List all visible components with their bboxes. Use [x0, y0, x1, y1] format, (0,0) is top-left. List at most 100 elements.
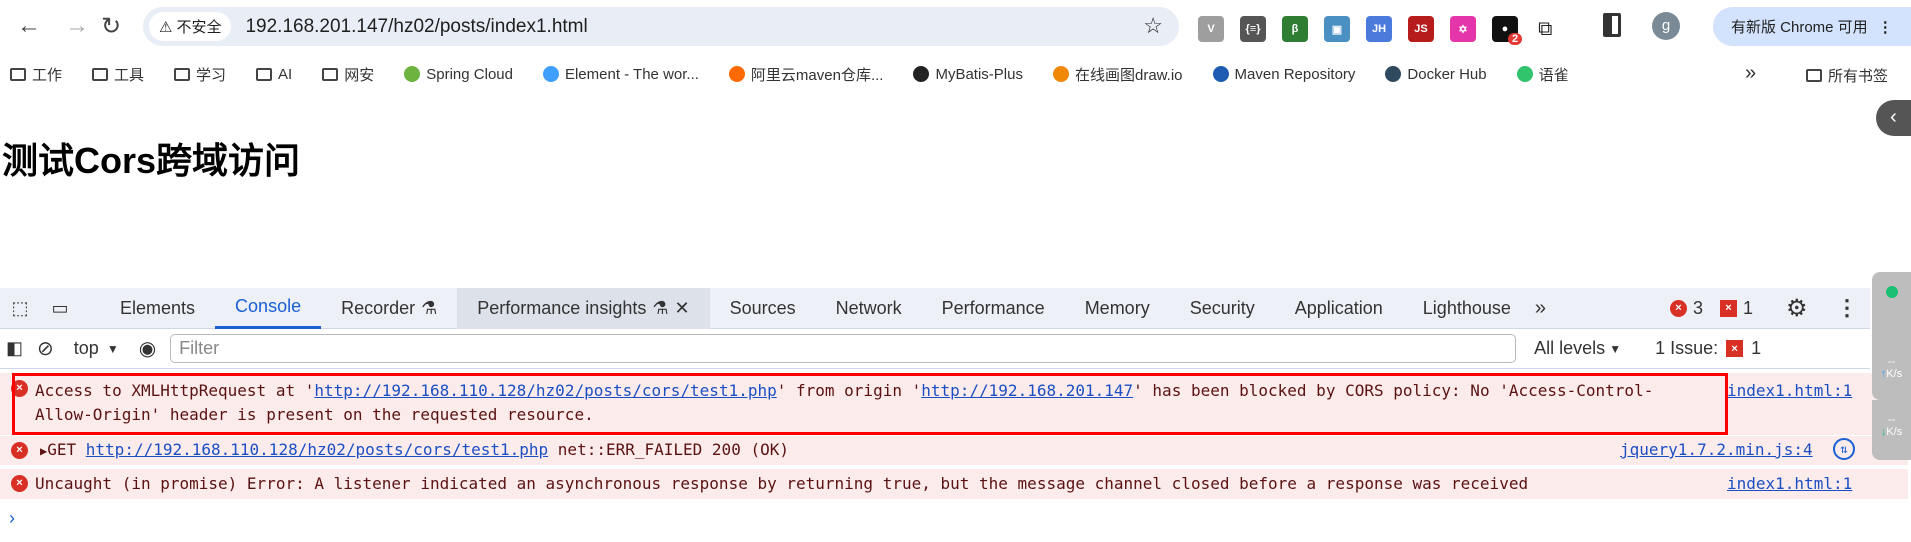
page-title: 测试Cors跨域访问	[2, 140, 301, 181]
inspect-element-icon[interactable]: ⬚	[0, 298, 40, 319]
green-ext-icon[interactable]: β	[1282, 16, 1308, 42]
js-ext-icon[interactable]: JS	[1408, 16, 1434, 42]
mvn-icon	[1212, 66, 1229, 82]
bookmark-item[interactable]: Spring Cloud	[404, 66, 513, 83]
folder-icon	[92, 67, 109, 81]
reload-button[interactable]: ↻	[96, 12, 126, 41]
jh-ext-icon[interactable]: JH	[1366, 16, 1392, 42]
tab-performance-insights[interactable]: Performance insights ⚗ ✕	[457, 287, 710, 329]
folder-icon	[10, 67, 26, 81]
bookmark-star-icon[interactable]: ☆	[1143, 13, 1163, 39]
error-icon: ×	[1670, 299, 1687, 317]
extension-badge: 2	[1508, 33, 1523, 45]
bookmark-item[interactable]: MyBatis-Plus	[913, 66, 1023, 83]
tab-recorder[interactable]: Recorder ⚗	[321, 288, 457, 329]
console-error-uncaught: × Uncaught (in promise) Error: A listene…	[0, 469, 1908, 499]
source-link[interactable]: index1.html:1	[1727, 379, 1852, 403]
tab-network[interactable]: Network	[816, 288, 922, 329]
drawio-icon	[1052, 66, 1069, 82]
bookmark-item[interactable]: 工作	[10, 64, 62, 85]
forward-button[interactable]: →	[62, 12, 92, 40]
device-toolbar-icon[interactable]: ▭	[40, 298, 80, 319]
security-chip[interactable]: ⚠ 不安全	[149, 12, 232, 41]
folder-icon	[1806, 69, 1822, 82]
experimental-flask-icon: ⚗	[652, 297, 669, 318]
vue-devtools-icon[interactable]: V	[1198, 16, 1224, 42]
tab-elements[interactable]: Elements	[100, 288, 215, 329]
tab-lighthouse[interactable]: Lighthouse	[1403, 288, 1531, 329]
tab-application[interactable]: Application	[1275, 288, 1403, 329]
chrome-update-button[interactable]: 有新版 Chrome 可用 ⋮	[1713, 7, 1911, 46]
bookmark-item[interactable]: 阿里云maven仓库...	[728, 64, 883, 85]
live-expression-eye-icon[interactable]: ◉	[139, 336, 156, 361]
bookmark-item[interactable]: Docker Hub	[1385, 66, 1487, 83]
settings-gear-icon[interactable]: ⚙	[1786, 294, 1808, 323]
bookmark-item[interactable]: AI	[256, 66, 292, 83]
console-prompt-icon[interactable]: ›	[9, 508, 15, 529]
tab-console[interactable]: Console	[215, 288, 322, 329]
source-link[interactable]: jquery1.7.2.min.js:4	[1620, 438, 1813, 462]
more-bookmarks-icon[interactable]: »	[1745, 62, 1756, 85]
address-bar[interactable]: ⚠ 不安全 192.168.201.147/hz02/posts/index1.h…	[143, 7, 1179, 46]
profile-avatar[interactable]: g	[1652, 12, 1680, 40]
devtools-tabs: ⬚ ▭ Elements Console Recorder ⚗ Performance …	[0, 287, 1870, 329]
warning-icon: ⚠	[159, 18, 173, 36]
error-icon: ×	[11, 442, 28, 459]
all-bookmarks[interactable]: 所有书签	[1806, 65, 1888, 86]
issue-icon: ×	[1720, 299, 1737, 317]
extensions-area: V {≡} β ▣ JH JS ✡ ● 2 ⧉	[1198, 13, 1552, 45]
element-icon	[542, 66, 559, 82]
side-panel-icon[interactable]	[1603, 13, 1621, 37]
back-button[interactable]: ←	[14, 12, 44, 40]
json-viewer-icon[interactable]: {≡}	[1240, 16, 1266, 42]
experimental-flask-icon: ⚗	[421, 297, 438, 318]
more-vert-icon[interactable]: ⋮	[1878, 18, 1893, 36]
network-request-icon[interactable]: ⇅	[1833, 438, 1855, 460]
source-link[interactable]: index1.html:1	[1727, 472, 1852, 496]
tab-security[interactable]: Security	[1170, 288, 1275, 329]
url-text[interactable]: 192.168.201.147/hz02/posts/index1.html	[245, 16, 587, 38]
more-tabs-icon[interactable]: »	[1535, 297, 1546, 320]
console-toolbar: ◧ ⊘ top ▼ ◉ Filter All levels ▼ 1 Issue: × 1	[0, 329, 1870, 369]
folder-icon	[256, 67, 273, 81]
console-error-get: × ▶GET http://192.168.110.128/hz02/posts…	[0, 436, 1908, 465]
bookmark-item[interactable]: 网安	[322, 64, 374, 85]
extensions-puzzle-icon[interactable]: ⧉	[1538, 18, 1552, 41]
issue-icon: ×	[1726, 340, 1744, 357]
highlight-box	[12, 373, 1728, 435]
issue-counter[interactable]: × 1	[1720, 298, 1753, 319]
filter-input[interactable]: Filter	[170, 334, 1517, 363]
download-speed: -- ↓K/s	[1872, 400, 1911, 460]
bookmark-item[interactable]: Element - The wor...	[542, 66, 699, 83]
folder-icon	[174, 67, 191, 81]
graphql-ext-icon[interactable]: ✡	[1450, 16, 1476, 42]
bookmarks-bar: 工作 工具 学习 AI 网安 Spring Cloud Element - The wor.…	[0, 56, 1911, 92]
collapse-side-chevron-icon[interactable]: ‹	[1876, 100, 1911, 136]
clear-console-icon[interactable]: ⊘	[37, 336, 54, 361]
mybatis-icon	[913, 66, 930, 82]
request-url-link[interactable]: http://192.168.110.128/hz02/posts/cors/t…	[86, 440, 548, 459]
network-speed-widget: -- ↑K/s	[1872, 272, 1911, 400]
yuque-icon	[1516, 66, 1533, 82]
docker-icon	[1385, 66, 1402, 82]
bookmark-item[interactable]: 在线画图draw.io	[1052, 64, 1183, 85]
aliyun-icon	[728, 66, 745, 82]
error-icon: ×	[11, 475, 28, 492]
bookmark-item[interactable]: 学习	[174, 64, 226, 85]
log-levels-select[interactable]: All levels ▼	[1534, 338, 1621, 359]
issues-link[interactable]: 1 Issue: × 1	[1655, 338, 1761, 359]
sidebar-toggle-icon[interactable]: ◧	[6, 338, 23, 359]
bookmark-item[interactable]: 工具	[92, 64, 144, 85]
tab-memory[interactable]: Memory	[1065, 288, 1170, 329]
error-counter[interactable]: × 3	[1670, 298, 1703, 319]
tab-performance[interactable]: Performance	[922, 288, 1065, 329]
bookmark-item[interactable]: 语雀	[1516, 64, 1569, 85]
image-ext-icon[interactable]: ▣	[1324, 16, 1350, 42]
tab-sources[interactable]: Sources	[710, 288, 816, 329]
more-options-icon[interactable]: ⋮	[1836, 295, 1858, 321]
spring-icon	[404, 66, 421, 82]
status-dot	[1885, 286, 1898, 298]
close-tab-icon[interactable]: ✕	[674, 298, 689, 319]
context-select[interactable]: top ▼	[74, 338, 119, 359]
bookmark-item[interactable]: Maven Repository	[1212, 66, 1355, 83]
